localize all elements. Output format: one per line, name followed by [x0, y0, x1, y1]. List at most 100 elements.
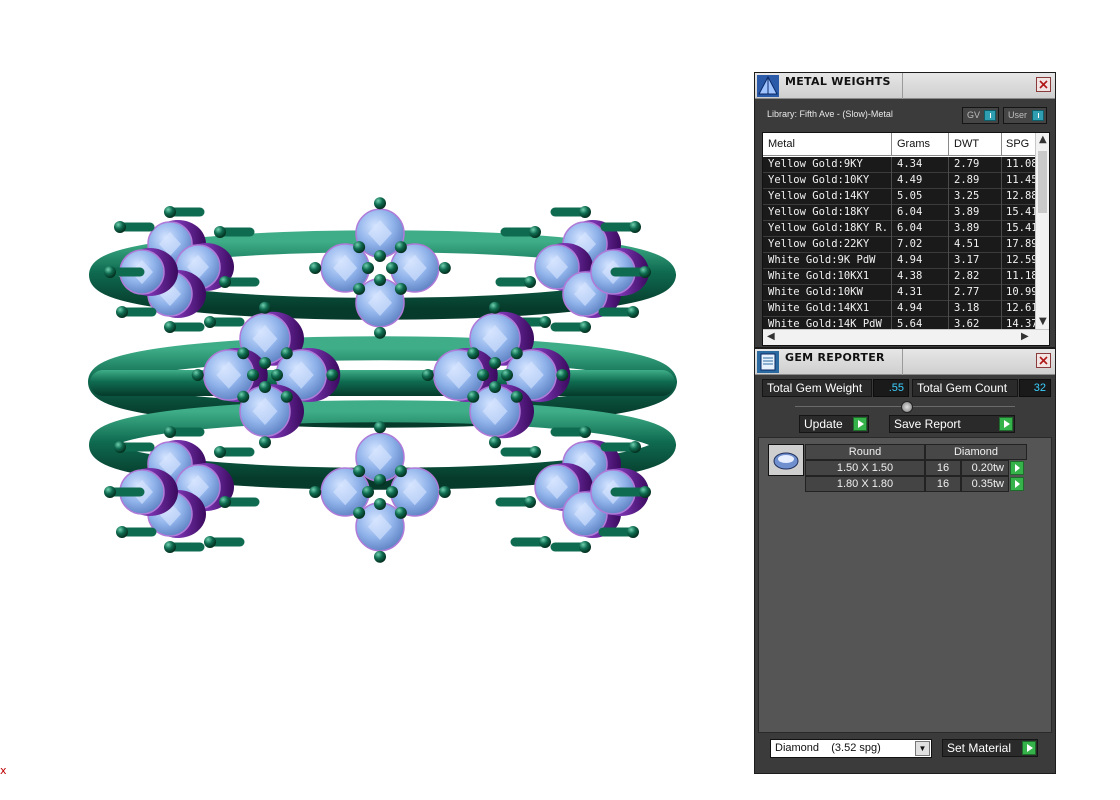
column-header-metal[interactable]: Metal [768, 138, 890, 150]
metal-weights-table: Metal Grams DWT SPG Yellow Gold:9KY 4.34 2… [762, 132, 1050, 346]
metal-bead [524, 496, 536, 508]
metal-bead [374, 474, 386, 486]
metal-bead [164, 541, 176, 553]
metal-bead [237, 347, 250, 360]
scroll-down-icon[interactable]: ▼ [1039, 316, 1047, 327]
spg-cell: 17.89 [1006, 238, 1037, 250]
metal-bead [326, 369, 339, 381]
metal-name-cell: White Gold:10KX1 [768, 270, 870, 282]
metal-row[interactable]: White Gold:14KX1 4.94 3.18 12.61 [763, 301, 1037, 317]
metal-name-cell: Yellow Gold:10KY [768, 174, 870, 186]
ring-model[interactable] [0, 0, 750, 800]
metal-bead [214, 446, 226, 458]
metal-bead [309, 486, 322, 498]
metal-row[interactable]: Yellow Gold:10KY 4.49 2.89 11.45 [763, 173, 1037, 189]
column-header-grams[interactable]: Grams [897, 138, 947, 150]
metal-name-cell: Yellow Gold:9KY [768, 158, 863, 170]
gv-toggle-label: GV [967, 110, 981, 120]
close-icon[interactable] [1036, 77, 1051, 92]
metal-row[interactable]: White Gold:9K PdW 4.94 3.17 12.59 [763, 253, 1037, 269]
dwt-cell: 3.89 [954, 206, 980, 218]
spg-cell: 11.45 [1006, 174, 1037, 186]
play-arrow-icon [853, 417, 867, 431]
spg-cell: 11.18 [1006, 270, 1037, 282]
axis-indicator: x [0, 764, 7, 777]
metal-row[interactable]: Yellow Gold:22KY 7.02 4.51 17.89 [763, 237, 1037, 253]
collapse-knob-icon[interactable] [901, 401, 913, 413]
gem-reporter-title: GEM REPORTER [785, 351, 885, 364]
metal-bead [510, 347, 523, 360]
metal-bead [627, 526, 639, 538]
set-material-button[interactable]: Set Material [942, 739, 1038, 757]
metal-row[interactable]: Yellow Gold:14KY 5.05 3.25 12.88 [763, 189, 1037, 205]
metal-bead [259, 436, 271, 449]
scroll-thumb[interactable] [1038, 151, 1047, 213]
gem-reporter-panel: GEM REPORTER Total Gem Weight .55 Total … [754, 348, 1056, 774]
gem-type-header: Diamond [925, 444, 1027, 460]
metal-bead [280, 347, 293, 360]
spg-cell: 12.88 [1006, 190, 1037, 202]
metal-bead [477, 369, 489, 381]
column-header-spg[interactable]: SPG [1006, 138, 1037, 150]
close-icon[interactable] [1036, 353, 1051, 368]
gem-row-weight: 0.20tw [961, 460, 1009, 476]
gem-row-size: 1.80 X 1.80 [805, 476, 925, 492]
scroll-right-icon[interactable]: ▶ [1021, 331, 1029, 342]
select-gem-arrow-icon[interactable] [1010, 461, 1024, 475]
gem-shape-header: Round [805, 444, 925, 460]
horizontal-scrollbar[interactable]: ◀ ▶ [763, 329, 1049, 345]
metal-bead [627, 306, 639, 318]
dwt-cell: 3.89 [954, 222, 980, 234]
grams-cell: 4.49 [897, 174, 923, 186]
vertical-scrollbar[interactable]: ▲ ▼ [1035, 133, 1049, 331]
metal-bead [353, 241, 366, 254]
metal-weights-titlebar[interactable]: METAL WEIGHTS [755, 73, 1055, 99]
toggle-knob-icon [984, 110, 996, 121]
dwt-cell: 4.51 [954, 238, 980, 250]
select-gem-arrow-icon[interactable] [1010, 477, 1024, 491]
metal-row[interactable]: Yellow Gold:9KY 4.34 2.79 11.08 [763, 157, 1037, 173]
user-toggle[interactable]: User [1003, 107, 1047, 124]
metal-bead [489, 357, 501, 369]
dwt-cell: 2.89 [954, 174, 980, 186]
metal-row[interactable]: Yellow Gold:18KY 6.04 3.89 15.41 [763, 205, 1037, 221]
spg-cell: 11.08 [1006, 158, 1037, 170]
metal-bead [116, 306, 128, 318]
metal-bead [164, 321, 176, 333]
report-icon [757, 351, 779, 373]
metal-bead [247, 369, 259, 381]
scroll-left-icon[interactable]: ◀ [767, 331, 775, 342]
metal-bead [362, 262, 374, 274]
metal-name-cell: Yellow Gold:14KY [768, 190, 870, 202]
metal-row[interactable]: Yellow Gold:18KY R... 6.04 3.89 15.41 [763, 221, 1037, 237]
metal-bead [467, 347, 480, 360]
metal-bead [539, 536, 551, 548]
save-report-button[interactable]: Save Report [889, 415, 1015, 433]
gem-row-count: 16 [925, 460, 961, 476]
metal-row[interactable]: White Gold:10KW 4.31 2.77 10.99 [763, 285, 1037, 301]
gem-reporter-titlebar[interactable]: GEM REPORTER [755, 349, 1055, 375]
gv-toggle[interactable]: GV [962, 107, 999, 124]
grams-cell: 4.94 [897, 254, 923, 266]
gem-list-area: Round Diamond 1.50 X 1.50 16 0.20tw 1.80… [758, 437, 1052, 733]
grams-cell: 6.04 [897, 206, 923, 218]
model-viewport[interactable]: x [0, 0, 750, 800]
gem-row-weight: 0.35tw [961, 476, 1009, 492]
metal-bead [374, 421, 386, 434]
library-label: Library: Fifth Ave - (Slow)-Metal [767, 109, 893, 119]
metal-bead [394, 282, 407, 295]
material-select[interactable]: Diamond (3.52 spg) ▼ [770, 739, 932, 758]
material-select-value: Diamond (3.52 spg) [775, 742, 881, 754]
chevron-down-icon[interactable]: ▼ [915, 741, 930, 756]
metal-bead [639, 266, 651, 278]
update-button[interactable]: Update [799, 415, 869, 433]
round-gem-thumbnail[interactable] [768, 444, 804, 476]
play-arrow-icon [1022, 741, 1036, 755]
metal-name-cell: White Gold:10KW [768, 286, 863, 298]
metal-row[interactable]: White Gold:10KX1 4.38 2.82 11.18 [763, 269, 1037, 285]
metal-bead [629, 221, 641, 233]
scroll-up-icon[interactable]: ▲ [1039, 134, 1047, 145]
metal-bead [579, 206, 591, 218]
column-header-dwt[interactable]: DWT [954, 138, 1000, 150]
metal-weights-panel: METAL WEIGHTS Library: Fifth Ave - (Slow… [754, 72, 1056, 348]
